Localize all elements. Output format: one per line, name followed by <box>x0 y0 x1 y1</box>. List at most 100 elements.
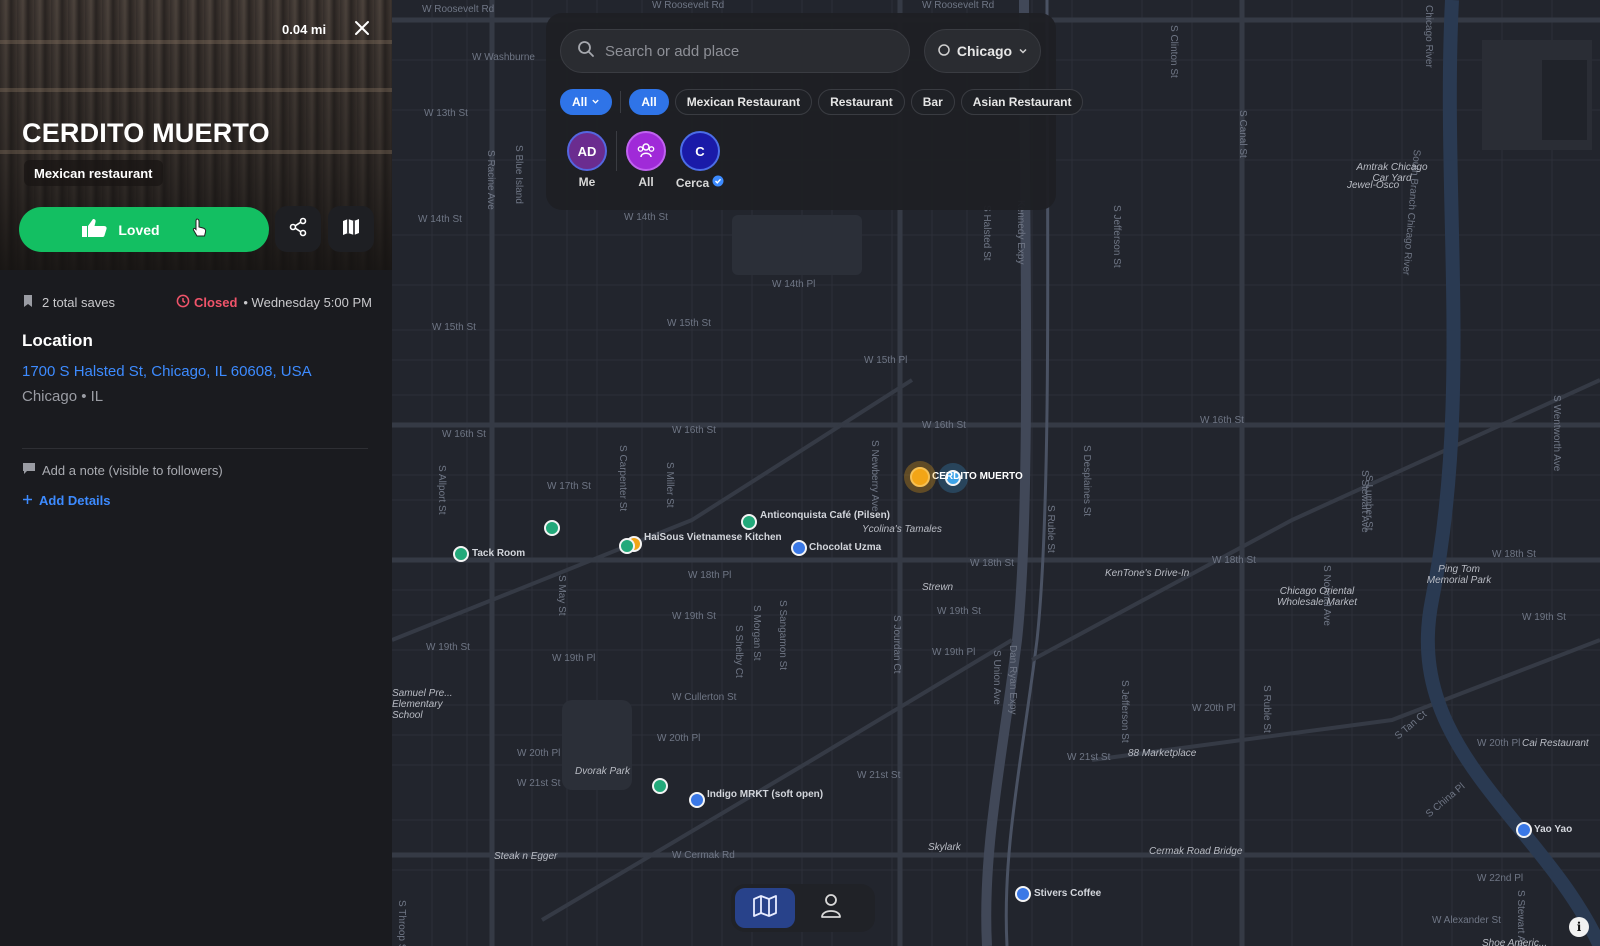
plus-icon <box>22 493 33 508</box>
street-label: S Blue Island <box>513 145 524 204</box>
chevron-down-icon <box>1018 43 1028 59</box>
place-hero-image: 0.04 mi CERDITO MUERTO Mexican restauran… <box>0 0 392 270</box>
street-label: W 21st St <box>1067 752 1111 763</box>
verified-icon <box>712 175 724 190</box>
map-pin[interactable] <box>910 467 930 487</box>
street-label: Dan Ryan Expy <box>1007 645 1018 715</box>
pin-label: HaiSous Vietnamese Kitchen <box>644 532 782 543</box>
street-label: S Jefferson St <box>1119 680 1130 743</box>
street-label: S Canal St <box>1237 110 1248 158</box>
map-pin[interactable] <box>689 792 705 808</box>
divider <box>22 448 368 449</box>
pin-label: Chocolat Uzma <box>809 542 882 553</box>
saves-count: 2 total saves <box>42 295 115 310</box>
clock-icon <box>176 294 190 311</box>
search-bar[interactable] <box>560 29 910 73</box>
street-label: S Shelby Ct <box>733 625 744 678</box>
user-icon <box>820 893 842 924</box>
street-label: W 15th Pl <box>864 355 908 366</box>
street-label: S Ruble St <box>1261 685 1272 733</box>
street-label: W 20th Pl <box>517 748 561 759</box>
loved-button[interactable]: Loved <box>19 207 269 252</box>
poi-label: Steak n Egger <box>494 851 558 862</box>
map-pin[interactable] <box>544 520 560 536</box>
street-label: W 19th St <box>426 642 470 653</box>
poi-label: Strewn <box>922 582 954 593</box>
info-icon[interactable]: i <box>1569 917 1589 937</box>
street-label: S Allport St <box>436 465 447 515</box>
street-label: W 19th Pl <box>552 653 596 664</box>
bottom-nav <box>731 884 875 932</box>
people-filter-row: AD Me All C Cerca <box>560 131 727 190</box>
add-note-button[interactable]: Add a note (visible to followers) <box>22 462 223 478</box>
place-title: CERDITO MUERTO <box>22 118 270 148</box>
filter-dropdown[interactable]: All <box>560 89 613 115</box>
open-status: Closed <box>194 295 238 310</box>
opening-hours: • Wednesday 5:00 PM <box>243 295 372 310</box>
bookmark-icon <box>22 294 34 311</box>
street-label: W 18th St <box>1212 555 1256 566</box>
map-pin[interactable] <box>453 546 469 562</box>
person-filter-all[interactable]: All <box>619 131 673 189</box>
poi-label: Ping Tom Memorial Park <box>1426 564 1492 586</box>
map-pin[interactable] <box>791 540 807 556</box>
street-label: W 19th St <box>937 606 981 617</box>
category-filter-row: All All Mexican Restaurant Restaurant Ba… <box>560 89 1084 115</box>
street-label: W 21st St <box>857 770 901 781</box>
city-selector[interactable]: Chicago <box>924 29 1041 73</box>
filter-chip-mexican-restaurant[interactable]: Mexican Restaurant <box>674 89 813 115</box>
avatar-caption: Cerca <box>676 175 724 190</box>
street-label: W Alexander St <box>1432 915 1501 926</box>
pin-label: Tack Room <box>472 548 526 559</box>
poi-label: Skylark <box>928 842 961 853</box>
street-label: W 15th St <box>432 322 476 333</box>
search-icon <box>577 40 595 63</box>
poi-label: Ycolina's Tamales <box>862 524 942 535</box>
search-input[interactable] <box>605 42 885 60</box>
street-label: S Wentworth Ave <box>1551 395 1562 472</box>
person-filter-me[interactable]: AD Me <box>560 131 614 189</box>
close-icon <box>354 20 370 41</box>
street-label: W 18th Pl <box>688 570 732 581</box>
street-label: S Jourdan Ct <box>891 615 902 674</box>
map-pin[interactable] <box>1015 886 1031 902</box>
street-label: W Cermak Rd <box>672 850 735 861</box>
nav-profile-button[interactable] <box>801 888 861 928</box>
address-link[interactable]: 1700 S Halsted St, Chicago, IL 60608, US… <box>22 363 312 380</box>
street-label: S Desplaines St <box>1081 445 1092 517</box>
map-pin[interactable] <box>1516 822 1532 838</box>
pin-label: Indigo MRKT (soft open) <box>707 789 824 800</box>
close-button[interactable] <box>350 18 374 42</box>
poi-label: Cermak Road Bridge <box>1149 846 1243 857</box>
map-pin[interactable] <box>619 538 635 554</box>
map-icon <box>752 894 778 923</box>
street-label: W 14th St <box>418 214 462 225</box>
street-label: W 21st St <box>517 778 561 789</box>
location-icon <box>937 43 951 60</box>
filter-chip-all[interactable]: All <box>629 89 669 115</box>
share-button[interactable] <box>275 206 321 252</box>
poi-label: Chicago Oriental Wholesale Market <box>1276 586 1358 608</box>
street-label: S Throop St <box>396 900 407 946</box>
nav-map-button[interactable] <box>735 888 795 928</box>
avatar-caption-text: Cerca <box>675 175 710 190</box>
street-label: W 19th Pl <box>932 647 976 658</box>
map-pin[interactable] <box>741 514 757 530</box>
add-details-button[interactable]: Add Details <box>22 493 111 508</box>
avatar: C <box>680 131 720 171</box>
street-label: S Lumber St <box>1363 475 1374 531</box>
poi-label: Dvorak Park <box>575 766 631 777</box>
pin-label: Stivers Coffee <box>1034 888 1102 899</box>
filter-chip-asian-restaurant[interactable]: Asian Restaurant <box>960 89 1084 115</box>
avatar-caption: Me <box>578 175 596 189</box>
map-pin[interactable] <box>652 778 668 794</box>
map-icon <box>341 217 361 242</box>
place-meta-row: 2 total saves Closed • Wednesday 5:00 PM <box>22 294 372 311</box>
avatar: AD <box>567 131 607 171</box>
poi-label: Cai Restaurant <box>1522 738 1589 749</box>
open-in-maps-button[interactable] <box>328 206 374 252</box>
filter-chip-restaurant[interactable]: Restaurant <box>818 89 905 115</box>
filter-chip-bar[interactable]: Bar <box>910 89 955 115</box>
person-filter-cerca[interactable]: C Cerca <box>673 131 727 190</box>
filter-panel: Chicago All All Mexican Restaurant Resta… <box>546 13 1084 210</box>
